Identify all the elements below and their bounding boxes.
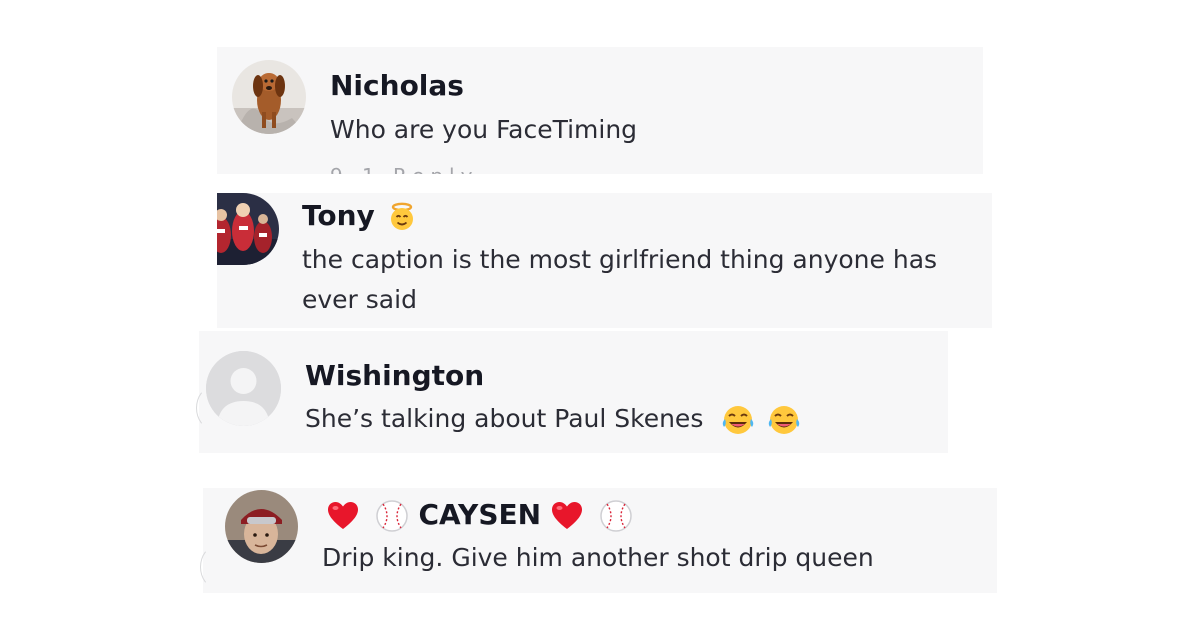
comment-card-caysen: CAYSEN Drip king. Give him another shot … [203,488,997,593]
baseball-icon [375,499,409,533]
comment-card-tony: Tony the caption is the most girlfriend … [217,193,992,328]
username-caysen-text: CAYSEN [418,498,542,531]
scroll-edge-arc [200,546,232,588]
red-heart-icon [327,501,359,531]
avatar-caysen[interactable] [225,490,298,563]
comment-screenshot-canvas: Nicholas Who are you FaceTiming 9-1 Repl… [0,0,1200,628]
smiling-face-with-halo-icon [387,202,417,232]
comment-text-wishington: She’s talking about Paul Skenes [305,399,801,439]
comment-meta-nicholas: 9-1 Reply [330,164,478,174]
comment-card-wishington: Wishington She’s talking about Paul Sken… [199,331,948,453]
hockey-team-photo-icon [217,193,279,265]
comment-text-caysen: Drip king. Give him another shot drip qu… [322,543,874,572]
comment-text-tony: the caption is the most girlfriend thing… [302,245,938,314]
comment-text-nicholas: Who are you FaceTiming [330,115,638,144]
avatar-tony[interactable] [217,193,279,265]
username-wishington[interactable]: Wishington [305,359,484,393]
red-heart-icon [551,501,583,531]
username-caysen[interactable]: CAYSEN [327,498,633,533]
username-tony[interactable]: Tony [302,199,417,233]
scroll-edge-arc [196,387,228,429]
comment-text-wishington-body: She’s talking about Paul Skenes [305,404,704,433]
face-with-tears-of-joy-icon [721,403,755,437]
selfie-with-cap-photo-icon [225,490,298,563]
username-nicholas[interactable]: Nicholas [330,69,464,103]
comment-card-nicholas: Nicholas Who are you FaceTiming 9-1 Repl… [217,47,983,174]
face-with-tears-of-joy-icon [767,403,801,437]
username-tony-text: Tony [302,199,375,232]
dachshund-dog-photo-icon [232,60,306,134]
baseball-icon [599,499,633,533]
avatar-nicholas[interactable] [232,60,306,134]
